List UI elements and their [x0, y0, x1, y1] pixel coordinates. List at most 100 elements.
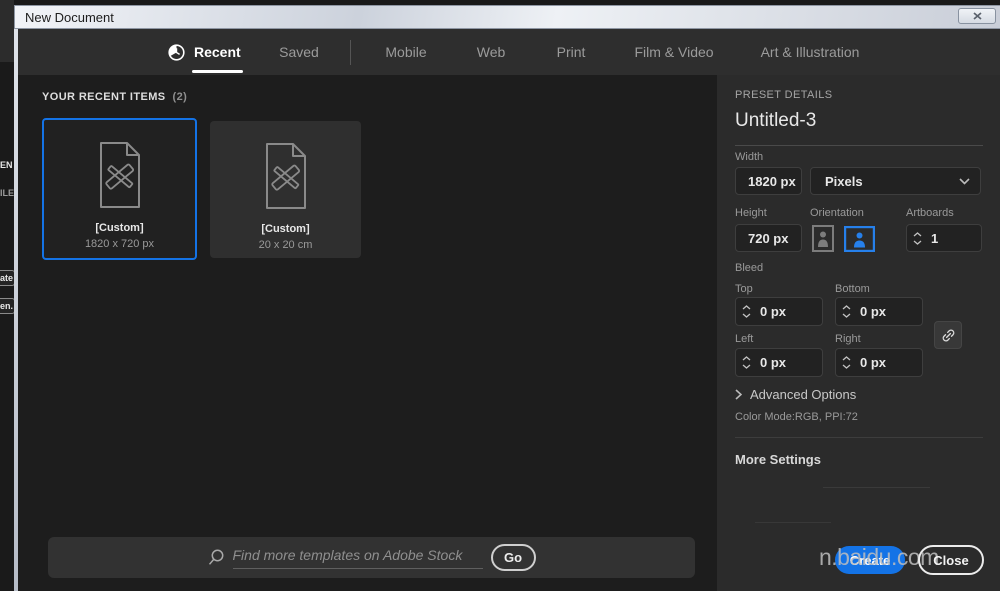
- divider: [735, 437, 983, 438]
- stepper-arrows[interactable]: [736, 305, 756, 318]
- tab-art-illustration[interactable]: Art & Illustration: [761, 29, 860, 75]
- document-template-icon: [265, 143, 306, 209]
- tab-label: Mobile: [385, 44, 427, 60]
- chevron-down-icon: [742, 313, 750, 318]
- bleed-bottom-stepper[interactable]: 0 px: [835, 297, 923, 326]
- screen: EN ILE ate en. New Document Recent Saved…: [0, 0, 1000, 591]
- dialog-title: New Document: [25, 9, 114, 25]
- chevron-up-icon: [913, 231, 921, 236]
- recent-items-header: YOUR RECENT ITEMS (2): [42, 91, 187, 103]
- portrait-orientation-icon[interactable]: [812, 225, 834, 252]
- tab-recent[interactable]: Recent: [168, 29, 243, 75]
- bleed-right-value: 0 px: [860, 355, 887, 370]
- background-button-fragment: ate: [0, 270, 15, 286]
- link-icon: [942, 329, 954, 341]
- width-value[interactable]: [748, 173, 801, 189]
- tab-label: Saved: [279, 44, 319, 60]
- recent-item-size: 1820 x 720 px: [84, 238, 155, 250]
- tab-label: Web: [476, 44, 506, 60]
- advanced-options-label: Advanced Options: [750, 387, 857, 402]
- artboards-stepper[interactable]: 1: [906, 224, 982, 252]
- width-input[interactable]: [735, 167, 802, 195]
- document-name-field[interactable]: Untitled-3: [735, 110, 816, 132]
- recent-item-name: [Custom]: [95, 222, 144, 234]
- advanced-options-toggle[interactable]: Advanced Options: [735, 387, 856, 402]
- chevron-up-icon: [742, 305, 750, 310]
- bleed-right-stepper[interactable]: 0 px: [835, 348, 923, 377]
- preset-details-panel: PRESET DETAILS Untitled-3 Width Pixels H…: [717, 75, 1000, 591]
- document-template-icon: [99, 142, 140, 208]
- artboards-value: 1: [931, 230, 939, 246]
- tab-bar: Recent Saved Mobile Web Print Film & Vid…: [18, 29, 1000, 75]
- search-icon: [208, 549, 223, 565]
- dialog-titlebar[interactable]: New Document: [14, 5, 1000, 29]
- bleed-top-label: Top: [735, 283, 753, 295]
- background-app-strip: EN ILE ate en.: [0, 0, 15, 591]
- close-button[interactable]: Close: [918, 545, 984, 575]
- chevron-down-icon: [742, 364, 750, 369]
- tab-saved[interactable]: Saved: [279, 29, 319, 75]
- close-icon: [972, 12, 982, 20]
- bleed-bottom-value: 0 px: [860, 304, 887, 319]
- tab-film-video[interactable]: Film & Video: [634, 29, 713, 75]
- landscape-orientation-icon[interactable]: [844, 226, 875, 252]
- chevron-up-icon: [842, 356, 850, 361]
- bleed-bottom-label: Bottom: [835, 283, 870, 295]
- bleed-left-label: Left: [735, 333, 754, 345]
- stepper-arrows[interactable]: [836, 305, 856, 318]
- adobe-stock-search-bar: Go: [48, 537, 695, 578]
- go-button[interactable]: Go: [490, 544, 536, 571]
- bleed-right-label: Right: [835, 333, 861, 345]
- chevron-up-icon: [842, 305, 850, 310]
- divider: [823, 487, 930, 488]
- height-value[interactable]: [748, 230, 801, 246]
- width-label: Width: [735, 151, 764, 163]
- divider: [735, 145, 983, 146]
- recent-item-card-selected[interactable]: [Custom] 1820 x 720 px: [42, 118, 197, 260]
- tab-label: Art & Illustration: [760, 44, 860, 60]
- divider: [755, 522, 831, 523]
- bleed-top-stepper[interactable]: 0 px: [735, 297, 823, 326]
- chevron-down-icon: [959, 177, 970, 185]
- height-label: Height: [735, 207, 767, 219]
- search-input[interactable]: [232, 546, 483, 563]
- units-dropdown[interactable]: Pixels: [810, 167, 981, 195]
- chevron-down-icon: [842, 364, 850, 369]
- background-app-strip-top: [0, 0, 14, 62]
- chevron-right-icon: [735, 389, 742, 400]
- height-input[interactable]: [735, 224, 802, 252]
- tab-mobile[interactable]: Mobile: [385, 29, 426, 75]
- tab-web[interactable]: Web: [477, 29, 506, 75]
- bleed-label: Bleed: [735, 262, 764, 274]
- bleed-left-value: 0 px: [760, 355, 787, 370]
- create-button[interactable]: Create: [835, 546, 905, 574]
- stepper-arrows[interactable]: [907, 231, 927, 245]
- window-close-button[interactable]: [958, 8, 996, 24]
- chevron-up-icon: [742, 356, 750, 361]
- tab-label: Print: [556, 44, 586, 60]
- more-settings-link[interactable]: More Settings: [735, 452, 821, 467]
- tab-print[interactable]: Print: [557, 29, 586, 75]
- background-button-fragment: en.: [0, 298, 15, 314]
- tab-label: Film & Video: [634, 44, 714, 60]
- bleed-left-stepper[interactable]: 0 px: [735, 348, 823, 377]
- stepper-arrows[interactable]: [836, 356, 856, 369]
- new-document-dialog: Recent Saved Mobile Web Print Film & Vid…: [18, 29, 1000, 591]
- artboards-label: Artboards: [906, 207, 954, 219]
- recent-item-name: [Custom]: [261, 223, 310, 235]
- stepper-arrows[interactable]: [736, 356, 756, 369]
- search-input-wrap: [232, 546, 483, 569]
- recent-item-size: 20 x 20 cm: [258, 239, 313, 251]
- preset-details-header: PRESET DETAILS: [735, 89, 833, 101]
- orientation-label: Orientation: [810, 207, 864, 219]
- bleed-top-value: 0 px: [760, 304, 787, 319]
- chevron-down-icon: [842, 313, 850, 318]
- clock-icon: [168, 43, 185, 61]
- units-value: Pixels: [825, 173, 863, 189]
- tab-divider: [350, 40, 351, 65]
- color-mode-text: Color Mode:RGB, PPI:72: [735, 411, 858, 423]
- recent-item-card[interactable]: [Custom] 20 x 20 cm: [210, 121, 361, 258]
- chevron-down-icon: [913, 240, 921, 245]
- bleed-link-button[interactable]: [934, 321, 962, 349]
- tab-label: Recent: [192, 44, 243, 73]
